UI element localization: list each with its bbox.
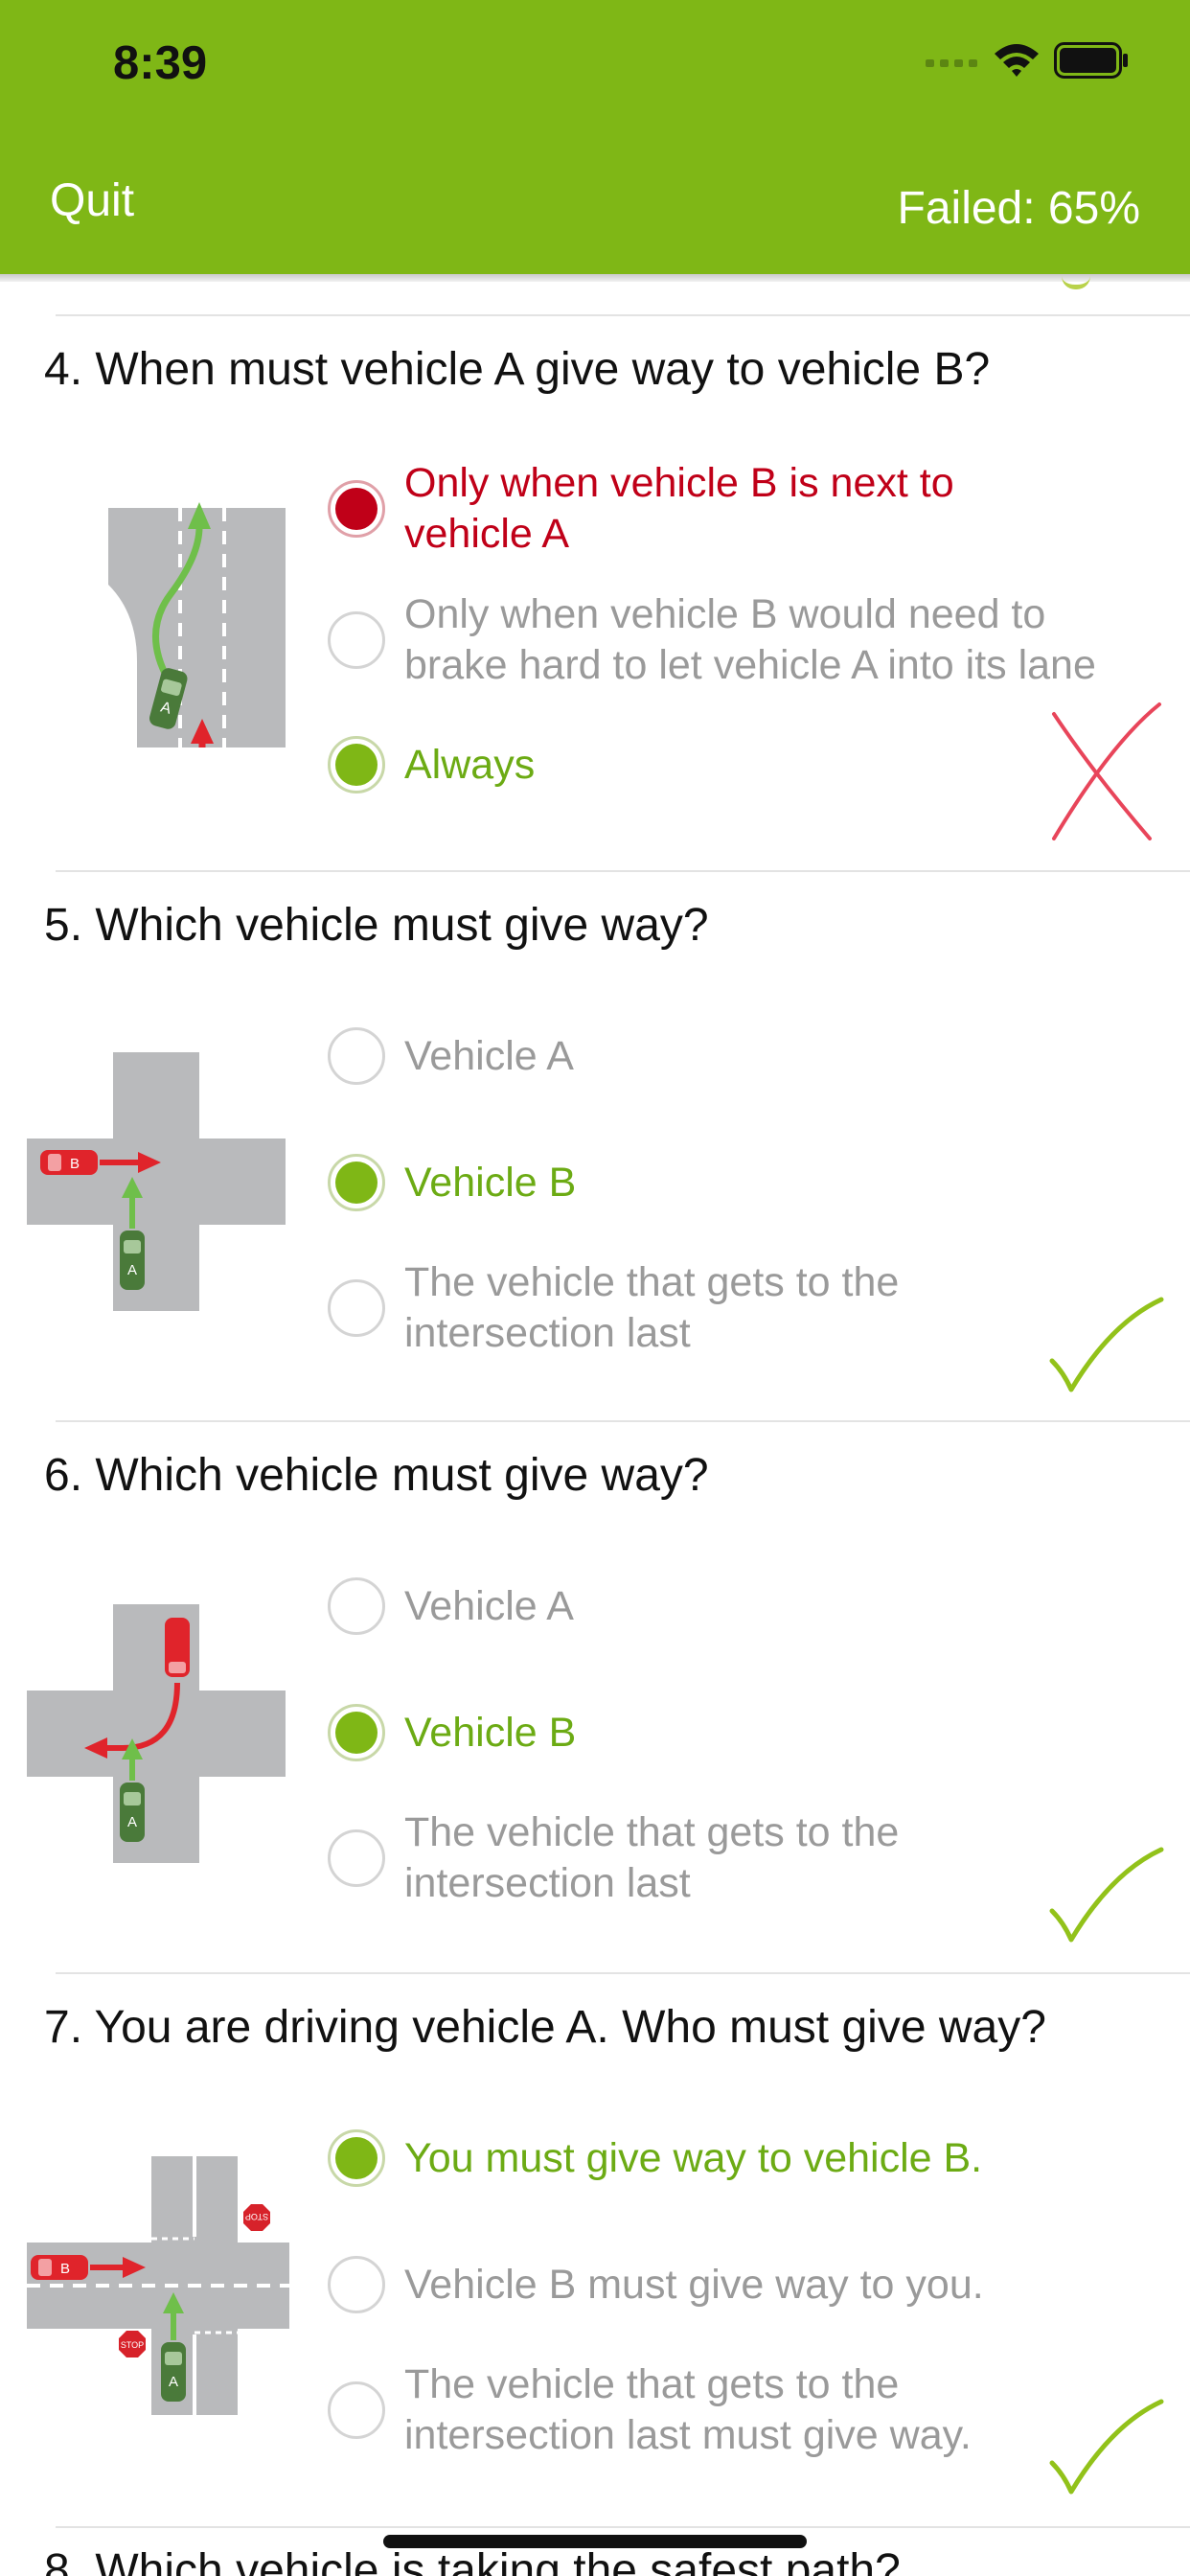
status-icons (926, 42, 1129, 79)
lane-merge-diagram: A B (108, 502, 286, 748)
quit-button[interactable]: Quit (50, 174, 134, 227)
radio-unselected[interactable] (328, 1577, 385, 1635)
question-text: 5. Which vehicle must give way? (44, 900, 709, 951)
option-3[interactable]: The vehicle that gets to the intersectio… (328, 1807, 899, 1909)
option-label: Vehicle B must give way to you. (404, 2261, 984, 2308)
intersection-diagram: B A (27, 1052, 286, 1311)
correct-check-icon (1049, 1297, 1164, 1392)
stop-sign-label: STOP (245, 2212, 268, 2221)
radio-unselected[interactable] (328, 1027, 385, 1085)
incorrect-cross-icon (1052, 702, 1161, 840)
option-1[interactable]: Vehicle A (328, 1577, 574, 1635)
question-5: 5. Which vehicle must give way? B A Vehi… (0, 872, 1190, 1420)
divider (56, 2526, 1190, 2528)
stop-sign-intersection-diagram: STOP STOP B A (27, 2156, 289, 2415)
question-7: 7. You are driving vehicle A. Who must g… (0, 1974, 1190, 2528)
radio-unselected[interactable] (328, 611, 385, 669)
vehicle-b-label: B (60, 2261, 70, 2277)
radio-unselected[interactable] (328, 2381, 385, 2439)
battery-icon (1054, 42, 1128, 79)
vehicle-a-label: A (127, 1814, 137, 1830)
option-3[interactable]: Always (328, 736, 535, 794)
option-2[interactable]: Vehicle B (328, 1154, 576, 1211)
option-2[interactable]: Vehicle B (328, 1704, 576, 1761)
option-label: The vehicle that gets to the intersectio… (404, 1809, 900, 1906)
home-indicator[interactable] (383, 2535, 807, 2548)
option-2[interactable]: Vehicle B must give way to you. (328, 2256, 984, 2313)
status-time: 8:39 (113, 37, 208, 89)
option-label: Vehicle B (404, 1159, 577, 1206)
radio-correct[interactable] (328, 1704, 385, 1761)
option-3[interactable]: The vehicle that gets to the intersectio… (328, 2359, 972, 2461)
option-label: The vehicle that gets to the intersectio… (404, 2361, 972, 2458)
question-text: 7. You are driving vehicle A. Who must g… (44, 2002, 1046, 2053)
question-4: 4. When must vehicle A give way to vehic… (0, 316, 1190, 872)
vehicle-a-label: A (127, 1262, 137, 1278)
option-1[interactable]: Only when vehicle B is next to vehicle A (328, 458, 954, 560)
option-1[interactable]: You must give way to vehicle B. (328, 2129, 982, 2187)
cellular-signal-icon (926, 59, 977, 67)
radio-unselected[interactable] (328, 1829, 385, 1887)
option-label: The vehicle that gets to the intersectio… (404, 1259, 900, 1356)
correct-check-icon (1049, 1847, 1164, 1943)
option-label: Only when vehicle B is next to vehicle A (404, 460, 954, 557)
radio-unselected[interactable] (328, 1279, 385, 1337)
next-question-peek: 8. Which vehicle is taking the safest pa… (44, 2545, 901, 2576)
option-1[interactable]: Vehicle A (328, 1027, 574, 1085)
navigation-bar-shadow (0, 274, 1190, 282)
radio-correct[interactable] (328, 736, 385, 794)
stop-sign-label: STOP (121, 2340, 144, 2350)
question-text: 6. Which vehicle must give way? (44, 1450, 709, 1501)
question-6: 6. Which vehicle must give way? A Vehicl… (0, 1422, 1190, 1972)
correct-check-icon (1049, 2399, 1164, 2495)
option-label: Vehicle A (404, 1582, 574, 1629)
vehicle-b-label: B (70, 1156, 80, 1172)
option-label: You must give way to vehicle B. (404, 2134, 983, 2181)
option-label: Vehicle B (404, 1709, 577, 1756)
radio-unselected[interactable] (328, 2256, 385, 2313)
intersection-turn-diagram: A (27, 1604, 286, 1863)
question-text: 4. When must vehicle A give way to vehic… (44, 344, 991, 395)
vehicle-a-label: A (169, 2374, 178, 2390)
radio-selected-wrong[interactable] (328, 480, 385, 538)
option-label: Vehicle A (404, 1032, 574, 1079)
previous-result-mark-peek (1062, 276, 1090, 289)
radio-correct[interactable] (328, 1154, 385, 1211)
wifi-icon (995, 44, 1039, 77)
option-2[interactable]: Only when vehicle B would need to brake … (328, 589, 1096, 691)
option-label: Always (404, 741, 536, 788)
option-3[interactable]: The vehicle that gets to the intersectio… (328, 1257, 899, 1359)
radio-correct[interactable] (328, 2129, 385, 2187)
option-label: Only when vehicle B would need to brake … (404, 591, 1096, 688)
failed-score: Failed: 65% (897, 183, 1140, 234)
